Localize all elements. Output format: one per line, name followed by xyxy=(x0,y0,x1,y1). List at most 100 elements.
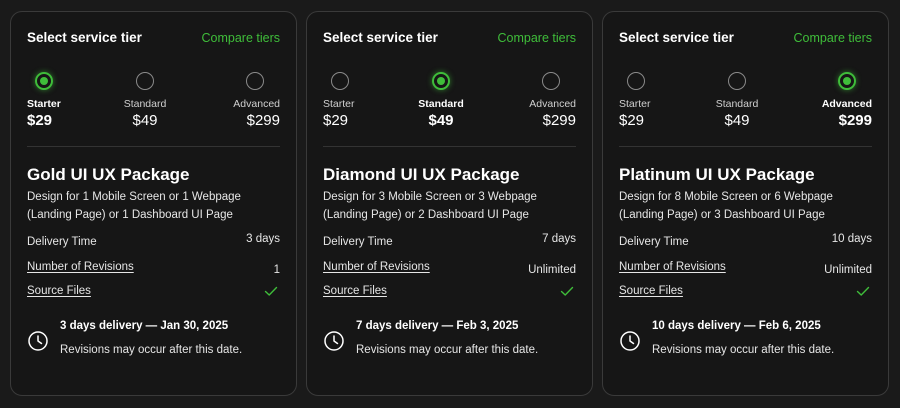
tier-name: Advanced xyxy=(821,98,872,110)
tier-price: $299 xyxy=(542,112,576,129)
card-header: Select service tier Compare tiers xyxy=(619,30,872,50)
tier-name: Standard xyxy=(123,98,167,110)
tier-option-advanced[interactable]: Advanced $299 xyxy=(506,69,576,131)
tier-name: Standard xyxy=(418,98,464,110)
delivery-time-row: Delivery Time 3 days xyxy=(27,233,280,252)
tier-name: Starter xyxy=(27,98,61,110)
revisions-value: Unlimited xyxy=(824,264,872,276)
tier-name: Advanced xyxy=(529,98,576,110)
delivery-note: Revisions may occur after this date. xyxy=(356,344,539,356)
tier-name: Standard xyxy=(715,98,759,110)
delivery-time-label: Delivery Time xyxy=(619,236,689,248)
radio-button[interactable] xyxy=(627,72,645,90)
tier-option-advanced[interactable]: Advanced $299 xyxy=(802,69,872,131)
revisions-label-link[interactable]: Number of Revisions xyxy=(619,261,726,273)
delivery-date-title: 10 days delivery — Feb 6, 2025 xyxy=(652,320,821,332)
source-files-row: Source Files xyxy=(27,283,280,301)
tier-selector: Starter $29 Standard $49 Advanced $299 xyxy=(323,69,576,131)
tier-option-standard[interactable]: Standard $49 xyxy=(110,69,180,131)
radio-button[interactable] xyxy=(136,72,154,90)
revisions-label-link[interactable]: Number of Revisions xyxy=(27,261,134,273)
card-header: Select service tier Compare tiers xyxy=(323,30,576,50)
compare-tiers-link[interactable]: Compare tiers xyxy=(498,31,577,45)
radio-button[interactable] xyxy=(838,72,856,90)
clock-icon xyxy=(620,331,640,351)
tier-price: $49 xyxy=(132,112,158,129)
radio-button[interactable] xyxy=(35,72,53,90)
service-card-diamond: Select service tier Compare tiers Starte… xyxy=(306,11,593,396)
delivery-time-row: Delivery Time 10 days xyxy=(619,233,872,252)
radio-button[interactable] xyxy=(246,72,264,90)
tier-option-starter[interactable]: Starter $29 xyxy=(27,69,97,131)
tier-selector: Starter $29 Standard $49 Advanced $299 xyxy=(619,69,872,131)
delivery-time-value: 3 days xyxy=(246,233,280,245)
tier-option-standard[interactable]: Standard $49 xyxy=(702,69,772,131)
package-description: Design for 8 Mobile Screen or 6 Webpage … xyxy=(619,191,833,221)
source-files-label-link[interactable]: Source Files xyxy=(323,285,387,297)
delivery-info: 10 days delivery — Feb 6, 2025 Revisions… xyxy=(619,318,872,362)
radio-button[interactable] xyxy=(728,72,746,90)
tier-price: $299 xyxy=(246,112,280,129)
divider xyxy=(619,146,872,147)
checkmark-icon xyxy=(560,286,574,296)
delivery-time-row: Delivery Time 7 days xyxy=(323,233,576,252)
clock-icon xyxy=(324,331,344,351)
tier-option-starter[interactable]: Starter $29 xyxy=(323,69,393,131)
divider xyxy=(27,146,280,147)
service-card-platinum: Select service tier Compare tiers Starte… xyxy=(602,11,889,396)
card-header: Select service tier Compare tiers xyxy=(27,30,280,50)
radio-button[interactable] xyxy=(331,72,349,90)
revisions-row: Number of Revisions 1 xyxy=(27,259,280,277)
source-files-row: Source Files xyxy=(619,283,872,301)
revisions-row: Number of Revisions Unlimited xyxy=(323,259,576,277)
package-description: Design for 1 Mobile Screen or 1 Webpage … xyxy=(27,191,241,221)
card-header-title: Select service tier xyxy=(619,30,734,45)
checkmark-icon xyxy=(856,286,870,296)
clock-icon xyxy=(28,331,48,351)
service-card-gold: Select service tier Compare tiers Starte… xyxy=(10,11,297,396)
source-files-label-link[interactable]: Source Files xyxy=(619,285,683,297)
delivery-time-value: 10 days xyxy=(831,233,872,245)
tier-name: Starter xyxy=(323,98,355,110)
delivery-note: Revisions may occur after this date. xyxy=(652,344,835,356)
tier-name: Starter xyxy=(619,98,651,110)
card-header-title: Select service tier xyxy=(27,30,142,45)
package-title: Platinum UI UX Package xyxy=(619,165,815,184)
package-title: Diamond UI UX Package xyxy=(323,165,520,184)
tier-price: $49 xyxy=(428,112,454,129)
source-files-row: Source Files xyxy=(323,283,576,301)
revisions-value: Unlimited xyxy=(528,264,576,276)
tier-price: $29 xyxy=(323,112,349,129)
card-header-title: Select service tier xyxy=(323,30,438,45)
tier-price: $49 xyxy=(724,112,750,129)
tier-price: $299 xyxy=(838,112,872,129)
tier-name: Advanced xyxy=(233,98,280,110)
tier-option-standard[interactable]: Standard $49 xyxy=(406,69,476,131)
checkmark-icon xyxy=(264,286,278,296)
delivery-date-title: 3 days delivery — Jan 30, 2025 xyxy=(60,320,229,332)
service-tier-cards: Select service tier Compare tiers Starte… xyxy=(10,11,890,397)
compare-tiers-link[interactable]: Compare tiers xyxy=(794,31,873,45)
package-description: Design for 3 Mobile Screen or 3 Webpage … xyxy=(323,191,537,221)
delivery-date-title: 7 days delivery — Feb 3, 2025 xyxy=(356,320,519,332)
revisions-row: Number of Revisions Unlimited xyxy=(619,259,872,277)
delivery-time-label: Delivery Time xyxy=(27,236,97,248)
revisions-label-link[interactable]: Number of Revisions xyxy=(323,261,430,273)
divider xyxy=(323,146,576,147)
delivery-time-value: 7 days xyxy=(542,233,576,245)
radio-button[interactable] xyxy=(432,72,450,90)
delivery-time-label: Delivery Time xyxy=(323,236,393,248)
tier-option-starter[interactable]: Starter $29 xyxy=(619,69,689,131)
tier-selector: Starter $29 Standard $49 Advanced $299 xyxy=(27,69,280,131)
package-title: Gold UI UX Package xyxy=(27,165,190,184)
tier-price: $29 xyxy=(619,112,645,129)
tier-option-advanced[interactable]: Advanced $299 xyxy=(210,69,280,131)
source-files-label-link[interactable]: Source Files xyxy=(27,285,91,297)
delivery-note: Revisions may occur after this date. xyxy=(60,344,243,356)
compare-tiers-link[interactable]: Compare tiers xyxy=(202,31,281,45)
delivery-info: 3 days delivery — Jan 30, 2025 Revisions… xyxy=(27,318,280,362)
delivery-info: 7 days delivery — Feb 3, 2025 Revisions … xyxy=(323,318,576,362)
revisions-value: 1 xyxy=(273,264,280,276)
radio-button[interactable] xyxy=(542,72,560,90)
tier-price: $29 xyxy=(27,112,53,129)
